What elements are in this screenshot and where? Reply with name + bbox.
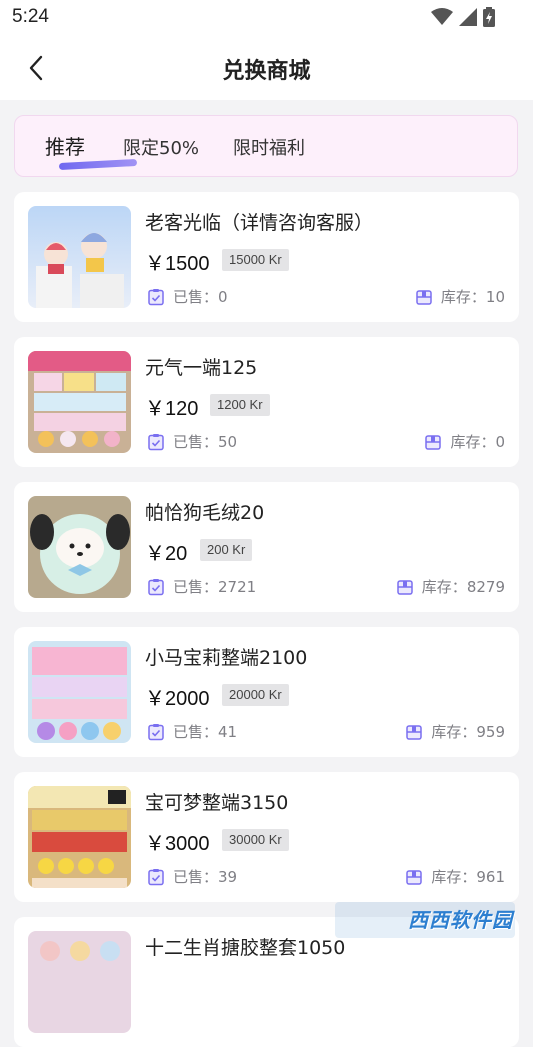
product-image bbox=[28, 641, 131, 743]
product-name: 帕恰狗毛绒20 bbox=[145, 502, 265, 524]
product-card[interactable]: 老客光临（详情咨询客服） ￥1500 15000 Kr 已售：0 库存：10 bbox=[14, 192, 519, 322]
sold-value: 50 bbox=[218, 433, 238, 451]
stock-label: 库存： bbox=[421, 578, 467, 596]
box-icon bbox=[406, 869, 423, 885]
product-image bbox=[28, 786, 131, 888]
product-image bbox=[28, 496, 131, 598]
sold-label: 已售： bbox=[173, 723, 219, 741]
clipboard-check-icon bbox=[148, 288, 164, 305]
product-image bbox=[28, 351, 131, 453]
product-price: ￥3000 bbox=[145, 833, 210, 855]
stock-value: 961 bbox=[476, 868, 505, 886]
product-card[interactable]: 小马宝莉整端2100 ￥2000 20000 Kr 已售：41 库存：959 bbox=[14, 627, 519, 757]
sold-value: 0 bbox=[218, 288, 228, 306]
status-icons bbox=[431, 6, 495, 28]
stock-label: 库存： bbox=[440, 288, 486, 306]
kr-price-badge: 15000 Kr bbox=[222, 249, 289, 271]
stock-value: 959 bbox=[476, 723, 505, 741]
status-bar: 5:24 bbox=[0, 0, 533, 36]
sold-count: 已售：2721 bbox=[147, 576, 256, 597]
product-name: 宝可梦整端3150 bbox=[145, 792, 289, 814]
product-image bbox=[28, 206, 131, 308]
stock-label: 库存： bbox=[431, 868, 477, 886]
battery-icon bbox=[483, 7, 495, 27]
product-card[interactable]: 元气一端125 ￥120 1200 Kr 已售：50 库存：0 bbox=[14, 337, 519, 467]
clipboard-check-icon bbox=[148, 578, 164, 595]
product-price: ￥120 bbox=[145, 398, 199, 420]
product-image bbox=[28, 931, 131, 1033]
category-tabs: 推荐 限定50% 限时福利 bbox=[14, 115, 518, 177]
sold-count: 已售：50 bbox=[147, 431, 237, 452]
sold-label: 已售： bbox=[173, 578, 219, 596]
box-icon bbox=[425, 434, 442, 450]
cell-signal-icon bbox=[459, 8, 477, 26]
product-card[interactable]: 帕恰狗毛绒20 ￥20 200 Kr 已售：2721 库存：8279 bbox=[14, 482, 519, 612]
sold-value: 39 bbox=[218, 868, 238, 886]
sold-count: 已售：0 bbox=[147, 286, 228, 307]
product-name: 元气一端125 bbox=[145, 357, 258, 379]
status-time: 5:24 bbox=[12, 6, 49, 27]
kr-price-badge: 20000 Kr bbox=[222, 684, 289, 706]
clipboard-check-icon bbox=[148, 868, 164, 885]
product-card[interactable]: 宝可梦整端3150 ￥3000 30000 Kr 已售：39 库存：961 bbox=[14, 772, 519, 902]
active-tab-indicator bbox=[58, 158, 138, 171]
box-icon bbox=[406, 724, 423, 740]
tab-label: 限时福利 bbox=[233, 138, 305, 159]
product-price: ￥2000 bbox=[145, 688, 210, 710]
box-icon bbox=[397, 579, 413, 595]
stock-label: 库存： bbox=[431, 723, 477, 741]
stock-label: 库存： bbox=[450, 433, 496, 451]
top-bar: 兑换商城 bbox=[0, 36, 533, 100]
product-price: ￥20 bbox=[145, 543, 188, 565]
tab-limited-50[interactable]: 限定50% bbox=[123, 134, 199, 160]
product-name: 老客光临（详情咨询客服） bbox=[145, 212, 374, 234]
stock-value: 10 bbox=[485, 288, 505, 306]
sold-value: 2721 bbox=[218, 578, 257, 596]
tab-label: 推荐 bbox=[45, 135, 85, 159]
wifi-icon bbox=[431, 8, 453, 25]
tab-recommend[interactable]: 推荐 bbox=[45, 131, 138, 171]
clipboard-check-icon bbox=[148, 723, 164, 740]
sold-count: 已售：39 bbox=[147, 866, 237, 887]
page-title: 兑换商城 bbox=[222, 59, 311, 84]
stock-value: 0 bbox=[495, 433, 505, 451]
sold-label: 已售： bbox=[173, 288, 219, 306]
tab-time-limited-benefits[interactable]: 限时福利 bbox=[233, 134, 305, 160]
stock-count: 库存：959 bbox=[405, 721, 505, 742]
product-price: ￥1500 bbox=[145, 253, 210, 275]
tab-label: 限定50% bbox=[123, 138, 200, 159]
clipboard-check-icon bbox=[148, 433, 164, 450]
stock-value: 8279 bbox=[466, 578, 505, 596]
product-name: 十二生肖搪胶整套1050 bbox=[145, 937, 346, 959]
stock-count: 库存：961 bbox=[405, 866, 505, 887]
kr-price-badge: 200 Kr bbox=[200, 539, 253, 561]
kr-price-badge: 1200 Kr bbox=[210, 394, 270, 416]
watermark-text: 西西软件园 bbox=[408, 908, 513, 932]
sold-label: 已售： bbox=[173, 433, 219, 451]
stock-count: 库存：0 bbox=[424, 431, 505, 452]
kr-price-badge: 30000 Kr bbox=[222, 829, 289, 851]
box-icon bbox=[416, 289, 432, 305]
stock-count: 库存：8279 bbox=[396, 576, 505, 597]
product-name: 小马宝莉整端2100 bbox=[145, 647, 308, 669]
sold-value: 41 bbox=[218, 723, 238, 741]
stock-count: 库存：10 bbox=[415, 286, 505, 307]
sold-label: 已售： bbox=[173, 868, 219, 886]
sold-count: 已售：41 bbox=[147, 721, 237, 742]
